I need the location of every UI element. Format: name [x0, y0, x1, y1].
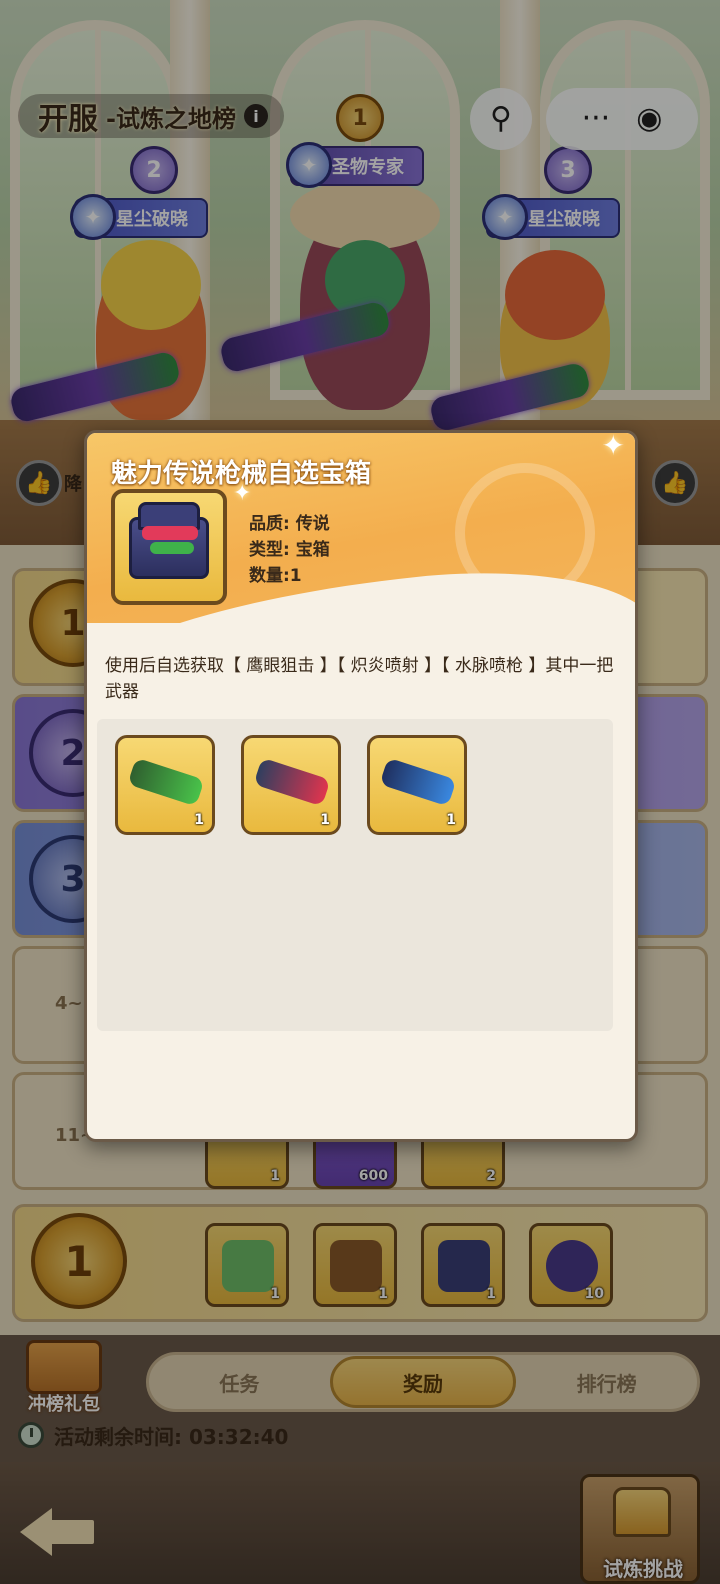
item-type: 类型: 宝箱 — [249, 540, 330, 560]
weapon-chest-icon — [129, 502, 209, 579]
choice-water-sprayer[interactable]: 1 — [367, 735, 467, 835]
sun-decoration — [455, 463, 595, 603]
choice-flame-thrower[interactable]: 1 — [241, 735, 341, 835]
sniper-rifle-icon — [127, 757, 205, 807]
item-quantity: 1 — [320, 812, 330, 828]
red-gun-icon — [142, 526, 198, 540]
item-count: 数量:1 — [249, 566, 302, 586]
item-meta: 品质: 传说 类型: 宝箱 数量:1 — [249, 511, 330, 589]
weapon-choices-panel: 1 1 1 — [97, 719, 613, 1031]
item-quantity: 1 — [446, 812, 456, 828]
item-detail-modal: ✦ ✦ 魅力传说枪械自选宝箱 品质: 传说 类型: 宝箱 数量:1 使用后自选获… — [84, 430, 638, 1142]
item-quality: 品质: 传说 — [249, 514, 330, 534]
sparkle-icon: ✦ — [601, 430, 625, 462]
item-description: 使用后自选获取【 鹰眼狙击 】【 炽炎喷射 】【 水脉喷枪 】其中一把武器 — [105, 656, 614, 702]
item-icon-slot — [111, 489, 227, 605]
water-gun-icon — [379, 757, 457, 807]
green-gun-icon — [150, 542, 194, 554]
choice-hawkeye-sniper[interactable]: 1 — [115, 735, 215, 835]
flamethrower-icon — [253, 757, 331, 807]
sparkle-icon: ✦ — [233, 481, 252, 506]
item-quantity: 1 — [194, 812, 204, 828]
